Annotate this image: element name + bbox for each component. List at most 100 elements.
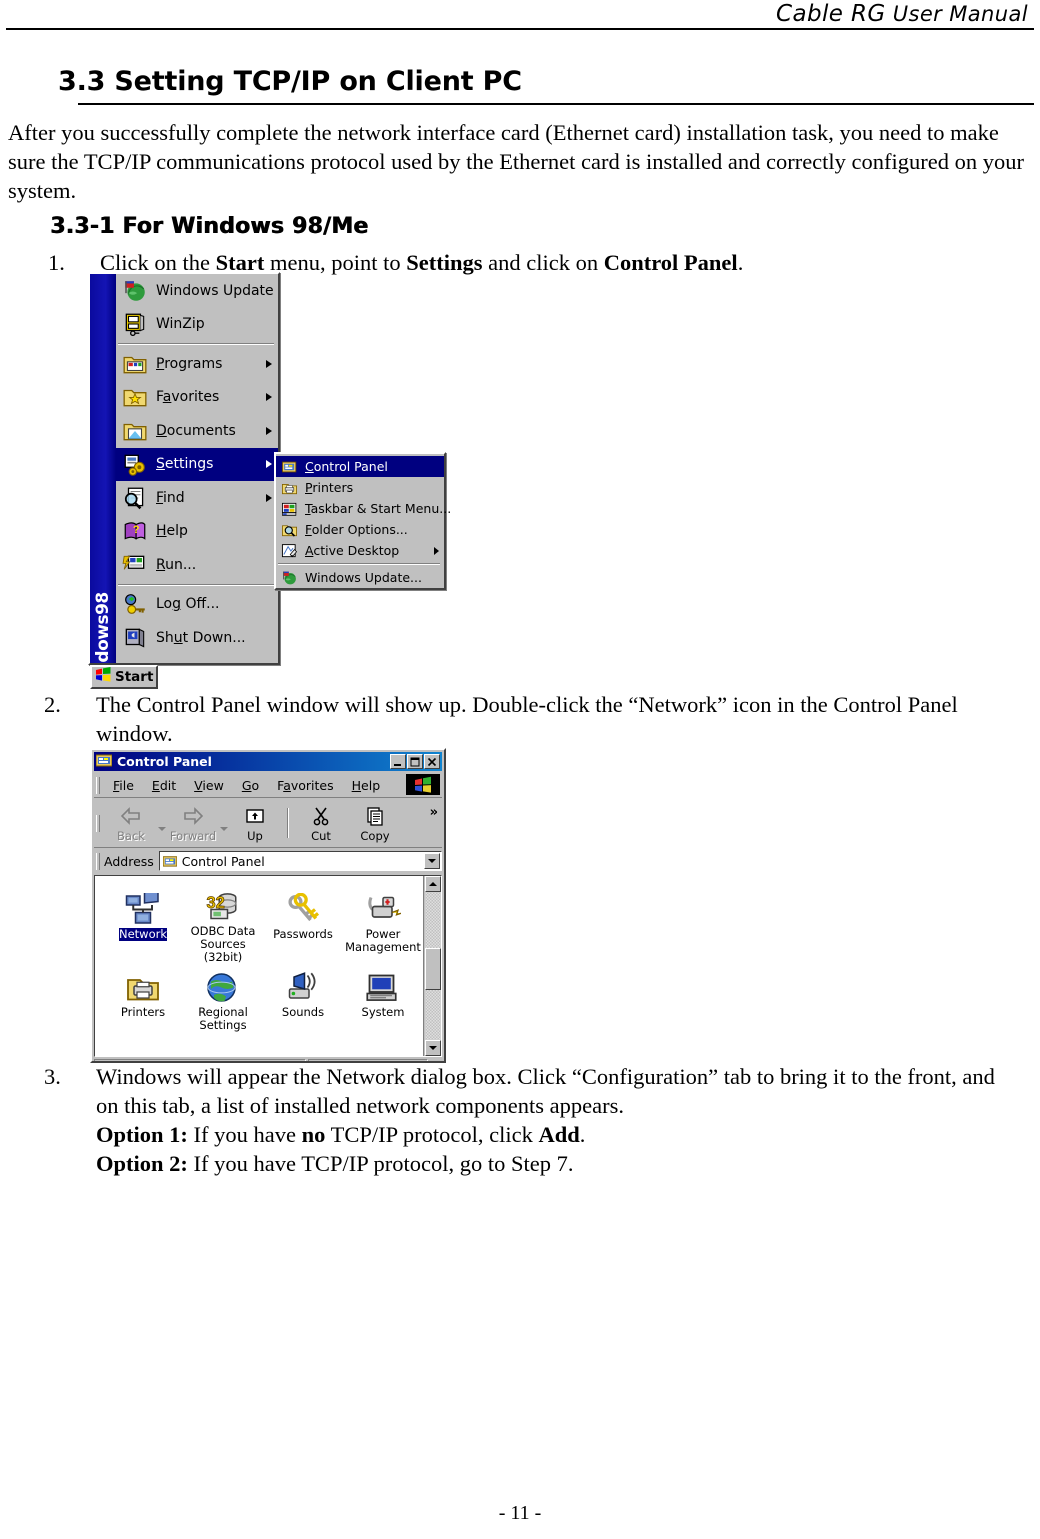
address-input[interactable]: Control Panel (158, 851, 442, 871)
control-panel-item[interactable]: Power Management (343, 886, 423, 964)
menu-go[interactable]: Go (233, 776, 268, 795)
step-item: 3. Windows will appear the Network dialo… (44, 1062, 1004, 1178)
address-bar: Address Control Panel (94, 849, 442, 873)
programs-folder-icon (122, 352, 148, 376)
toolbar-forward-label: Forward (169, 828, 217, 843)
network-icon (125, 886, 161, 926)
toolbar-copy-button[interactable]: Copy (348, 801, 402, 845)
settings-submenu-item[interactable]: Windows Update... (276, 567, 444, 588)
toolbar-forward-button[interactable]: Forward (166, 801, 220, 845)
scissors-icon (309, 804, 333, 828)
start-menu-item[interactable]: Windows Update (116, 274, 278, 308)
start-menu-item-label: Run... (156, 556, 197, 573)
folder-options-icon (281, 522, 298, 538)
start-menu-item-label: Documents (156, 422, 236, 439)
minimize-button[interactable] (390, 754, 406, 769)
address-dropdown-button[interactable] (424, 853, 440, 869)
vertical-scrollbar[interactable] (423, 876, 441, 1056)
start-button-label: Start (115, 669, 154, 685)
menu-favorites[interactable]: Favorites (268, 776, 342, 795)
settings-submenu-item-label: Printers (305, 480, 354, 495)
control-panel-item[interactable]: System (343, 964, 423, 1042)
control-panel-item[interactable]: Passwords (263, 886, 343, 964)
control-panel-item[interactable]: Network (103, 886, 183, 964)
start-menu-item[interactable]: Find (116, 481, 278, 515)
settings-submenu-item[interactable]: Printers (276, 477, 444, 498)
maximize-button[interactable] (407, 754, 423, 769)
back-dropdown-arrow-icon[interactable] (158, 827, 166, 831)
start-menu-item[interactable]: Run... (116, 548, 278, 582)
start-menu-item[interactable]: Log Off... (116, 588, 278, 622)
start-menu-item[interactable]: ? Help (116, 515, 278, 549)
svg-text:?: ? (133, 524, 140, 536)
emphasis-text: Add (538, 1122, 580, 1147)
settings-submenu-item-label: Taskbar & Start Menu... (305, 501, 452, 516)
submenu-arrow-icon (266, 426, 272, 435)
start-menu-item[interactable]: Programs (116, 347, 278, 381)
settings-submenu-item[interactable]: Control Panel (276, 456, 444, 477)
start-menu-item-label: Programs (156, 355, 223, 372)
start-button[interactable]: Start (90, 665, 158, 689)
power-management-icon (365, 886, 401, 926)
settings-submenu-item[interactable]: Active Desktop (276, 540, 444, 561)
control-panel-item[interactable]: Regional Settings (183, 964, 263, 1042)
toolbar-cut-button[interactable]: Cut (294, 801, 348, 845)
start-menu-item[interactable]: Documents (116, 414, 278, 448)
forward-dropdown-arrow-icon[interactable] (220, 827, 228, 831)
log-off-key-icon (122, 592, 148, 616)
emphasis-text: Control Panel (603, 250, 738, 275)
body-text: . (737, 250, 744, 275)
svg-text:32: 32 (207, 894, 225, 912)
toolbar-grip[interactable] (96, 814, 100, 832)
settings-submenu-item[interactable]: Taskbar & Start Menu... (276, 498, 451, 519)
menu-file[interactable]: File (104, 776, 143, 795)
windows98-start-menu-figure: Windows98 Windows Update WinZip Programs Fa… (88, 272, 280, 665)
active-desktop-icon (281, 543, 298, 559)
control-panel-item[interactable]: Sounds (263, 964, 343, 1042)
window-title-bar: Control Panel (94, 752, 442, 771)
window-toolbar: Back Forward Up Cut Copy » (94, 799, 442, 848)
sounds-speaker-icon (285, 964, 321, 1004)
start-menu-item-label: Settings (156, 456, 214, 473)
toolbar-up-button[interactable]: Up (228, 801, 282, 845)
start-menu-item-label: Help (156, 523, 188, 540)
windows-update-icon (122, 279, 148, 303)
control-panel-icon-grid: Network 32 ODBC Data Sources (32bit) Passwo… (95, 876, 423, 1056)
start-menu-item[interactable]: Favorites (116, 381, 278, 415)
control-panel-item[interactable]: Printers (103, 964, 183, 1042)
settings-submenu-item[interactable]: Folder Options... (276, 519, 444, 540)
up-folder-icon (243, 804, 267, 828)
control-panel-icon (95, 752, 113, 771)
start-menu-item-label: Favorites (156, 389, 220, 406)
scrollbar-thumb[interactable] (424, 948, 441, 990)
control-panel-icon (162, 852, 178, 871)
settings-submenu-item-label: Folder Options... (305, 522, 408, 537)
submenu-arrow-icon (266, 359, 272, 368)
menu-view[interactable]: View (185, 776, 233, 795)
start-menu-item[interactable]: WinZip (116, 308, 278, 342)
scroll-up-button[interactable] (424, 876, 441, 892)
ie-logo-icon (406, 774, 440, 795)
emphasis-text: Option 1: (96, 1122, 188, 1147)
body-text: Windows will appear the Network dialog b… (96, 1064, 995, 1118)
menu-edit[interactable]: Edit (143, 776, 185, 795)
addressbar-grip[interactable] (96, 852, 100, 870)
menu-help[interactable]: Help (343, 776, 390, 795)
scroll-down-button[interactable] (424, 1040, 441, 1056)
step-text: The Control Panel window will show up. D… (96, 690, 1004, 748)
body-text: menu, point to (264, 250, 407, 275)
control-panel-icon (281, 459, 298, 475)
start-menu-item[interactable]: Settings (116, 447, 278, 481)
body-text: . (579, 1122, 586, 1147)
close-button[interactable] (424, 754, 440, 769)
toolbar-back-button[interactable]: Back (104, 801, 158, 845)
control-panel-item-label: Sounds (281, 1005, 325, 1019)
toolbar-overflow-icon[interactable]: » (430, 805, 438, 820)
back-arrow-icon (119, 804, 143, 828)
step-number: 3. (44, 1064, 61, 1089)
menubar-grip[interactable] (96, 776, 100, 794)
control-panel-item[interactable]: 32 ODBC Data Sources (32bit) (183, 886, 263, 964)
scrollbar-track[interactable] (424, 892, 441, 1040)
settings-gear-icon (122, 452, 148, 477)
start-menu-item[interactable]: Shut Down... (116, 621, 278, 655)
